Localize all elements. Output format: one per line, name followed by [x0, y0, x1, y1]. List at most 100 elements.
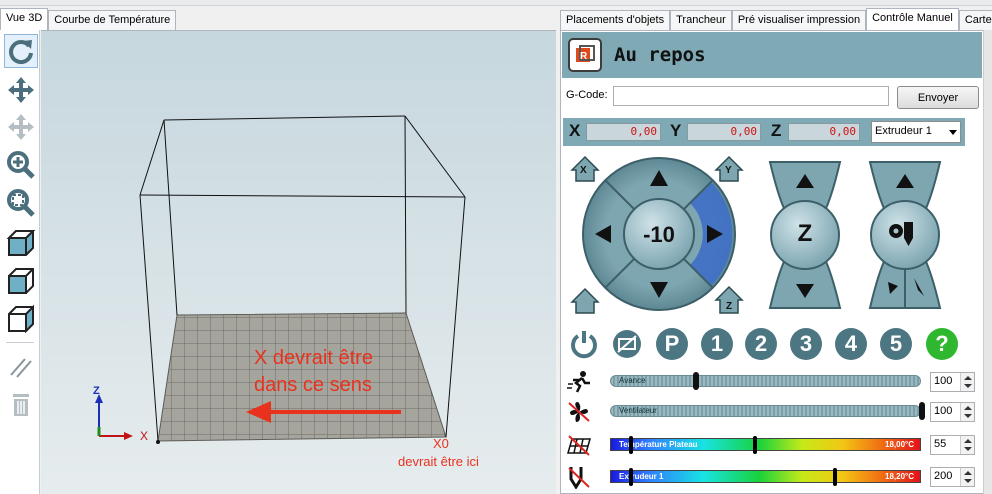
move-object-button[interactable] — [4, 110, 38, 144]
move-icon — [8, 77, 34, 103]
bed-temperature-row: Température Plateau 18,00°C 55 — [566, 434, 976, 456]
printer-status-header: R Au repos — [562, 32, 982, 78]
origin-axes — [95, 394, 133, 440]
3d-viewport[interactable]: X devrait être dans ce sens Z X X0 devra… — [41, 30, 556, 494]
power-icon — [571, 331, 597, 359]
extruder-temperature-slider[interactable]: Extrudeur 1 18,20°C — [610, 468, 921, 486]
extruder-nozzle-icon — [568, 467, 590, 489]
feed-rate-thumb[interactable] — [693, 372, 699, 390]
view-iso-button[interactable] — [4, 226, 38, 260]
x-axis-label: X — [569, 121, 581, 140]
tab-temperature-curve[interactable]: Courbe de Température — [48, 10, 177, 30]
refresh-view-button[interactable] — [4, 34, 38, 68]
preset-3-label: 3 — [799, 331, 813, 356]
delete-button[interactable] — [4, 388, 38, 422]
extruder-current-marker — [629, 468, 633, 486]
bed-temperature-spinner[interactable] — [960, 436, 974, 454]
function-buttons-row: P 1 2 3 4 5 ? — [568, 328, 968, 362]
preset-button-1[interactable]: 1 — [701, 328, 733, 360]
panel-scrollbar[interactable] — [983, 30, 992, 494]
origin-dot — [156, 440, 160, 444]
home-y-label: Y — [725, 165, 732, 176]
preset-5-label: 5 — [889, 331, 903, 356]
zoom-fit-button[interactable] — [4, 186, 38, 220]
tab-sd-card[interactable]: Carte SD — [958, 10, 992, 30]
park-button[interactable]: P — [656, 328, 688, 360]
tab-object-placement[interactable]: Placements d'objets — [560, 10, 671, 30]
feed-rate-input[interactable]: 100 — [930, 372, 975, 392]
repetier-logo-icon: R — [568, 38, 602, 72]
fan-input[interactable]: 100 — [930, 402, 975, 422]
bed-temperature-input[interactable]: 55 — [930, 435, 975, 455]
runner-icon — [567, 371, 590, 393]
fan-spinner[interactable] — [960, 403, 974, 421]
home-all-icon[interactable] — [570, 287, 600, 314]
svg-text:R: R — [580, 51, 588, 62]
feed-rate-spinner[interactable] — [960, 373, 974, 391]
extruder-target-thumb[interactable] — [833, 468, 837, 486]
zoom-in-icon — [7, 151, 35, 179]
preset-button-2[interactable]: 2 — [745, 328, 777, 360]
bed-temperature-value: 55 — [934, 438, 947, 450]
move-view-button[interactable] — [4, 73, 38, 107]
gcode-input[interactable] — [613, 86, 889, 106]
gcode-label: G-Code: — [566, 89, 608, 101]
extruder-temperature-label: Extrudeur 1 — [619, 472, 664, 481]
parallel-lines-icon — [10, 358, 32, 378]
tab-print-preview[interactable]: Pré visualiser impression — [731, 10, 867, 30]
refresh-icon — [9, 40, 33, 65]
x0-label: X0 — [433, 436, 449, 451]
extruder-jog-control[interactable] — [868, 161, 942, 309]
axis-x-label: X — [140, 429, 149, 443]
fan-thumb[interactable] — [919, 402, 925, 420]
parallel-view-button[interactable] — [4, 350, 38, 384]
axis-z-label: Z — [93, 385, 100, 397]
bed-current-marker — [629, 436, 633, 454]
fan-row: Ventilateur 100 — [566, 401, 976, 423]
tab-3d-view[interactable]: Vue 3D — [0, 8, 49, 30]
bed-temperature-reading: 18,00°C — [885, 440, 914, 449]
y-axis-label: Y — [670, 121, 682, 140]
preset-button-5[interactable]: 5 — [880, 328, 912, 360]
toolbar-divider — [6, 342, 34, 343]
home-x-label: X — [580, 165, 587, 176]
zoom-in-button[interactable] — [4, 148, 38, 182]
feed-rate-row: Avance 100 — [566, 371, 976, 393]
y-position-field: 0,00 — [687, 123, 761, 141]
tab-manual-control[interactable]: Contrôle Manuel — [866, 8, 959, 30]
extruder-temperature-reading: 18,20°C — [885, 472, 914, 481]
view-top-button[interactable] — [4, 302, 38, 336]
no-entry-icon — [613, 330, 641, 358]
extruder-select-value: Extrudeur 1 — [875, 125, 932, 137]
help-label: ? — [935, 331, 949, 356]
send-gcode-button[interactable]: Envoyer — [897, 86, 979, 109]
power-button[interactable] — [568, 328, 600, 360]
home-z-label: Z — [726, 301, 733, 312]
bed-target-thumb[interactable] — [753, 436, 757, 454]
z-position-field: 0,00 — [788, 123, 860, 141]
extruder-select[interactable]: Extrudeur 1 — [871, 121, 961, 143]
view-front-button[interactable] — [4, 264, 38, 298]
extruder-temperature-spinner[interactable] — [960, 468, 974, 486]
bed-temperature-slider[interactable]: Température Plateau 18,00°C — [610, 436, 921, 454]
extruder-temperature-input[interactable]: 200 — [930, 467, 975, 487]
annotation-text-line1: X devrait être — [254, 347, 373, 369]
fan-off-button[interactable] — [611, 328, 643, 360]
fan-slider[interactable]: Ventilateur — [610, 402, 925, 420]
jog-controls — [570, 155, 942, 314]
heated-bed-icon — [567, 435, 591, 456]
left-tab-strip: Vue 3D Courbe de Température — [0, 8, 556, 30]
help-button[interactable]: ? — [926, 328, 958, 360]
app-window: { "left_tabs": [ {"label": "Vue 3D", "ac… — [0, 0, 992, 494]
printer-status-text: Au repos — [614, 44, 706, 66]
annotation-text-line2: dans ce sens — [254, 374, 372, 396]
preset-button-4[interactable]: 4 — [835, 328, 867, 360]
feed-rate-label: Avance — [619, 376, 646, 385]
extruder-temperature-row: Extrudeur 1 18,20°C 200 — [566, 466, 976, 489]
step-size-label: -10 — [643, 222, 675, 247]
view-toolbar — [0, 30, 40, 494]
tab-slicer[interactable]: Trancheur — [670, 10, 732, 30]
preset-button-3[interactable]: 3 — [790, 328, 822, 360]
feed-rate-slider[interactable]: Avance — [610, 372, 921, 390]
title-bar-edge — [0, 0, 992, 6]
